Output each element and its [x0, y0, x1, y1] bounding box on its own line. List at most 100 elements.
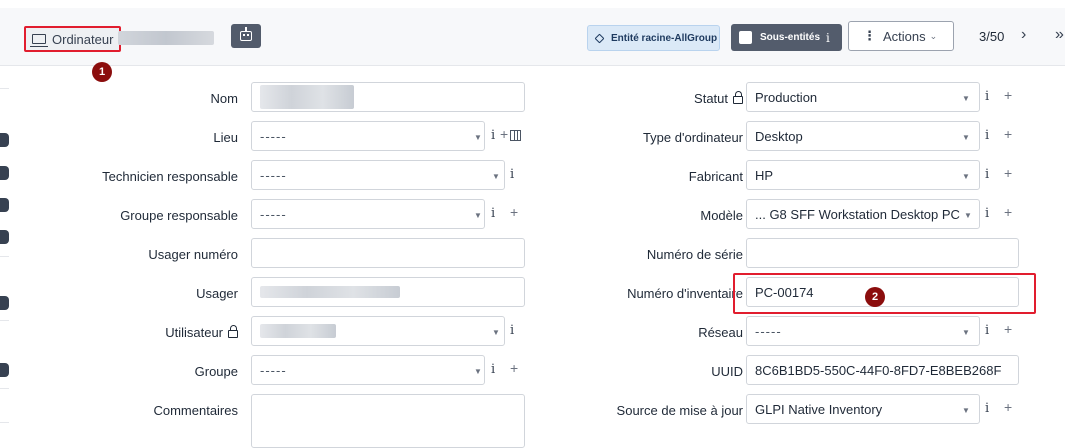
- info-icon[interactable]: i: [510, 167, 514, 182]
- add-icon[interactable]: +: [500, 126, 508, 142]
- divider: [0, 320, 9, 321]
- lieu-select[interactable]: -----: [251, 121, 485, 151]
- label-technicien: Technicien responsable: [102, 169, 238, 184]
- divider: [0, 388, 9, 389]
- next-item-button[interactable]: ›: [1021, 26, 1026, 44]
- info-icon[interactable]: i: [985, 89, 989, 104]
- add-icon[interactable]: +: [1004, 165, 1012, 181]
- source-value: GLPI Native Inventory: [755, 401, 883, 417]
- uuid-input[interactable]: 8C6B1BD5-550C-44F0-8FD7-E8BEB268F: [746, 355, 1019, 385]
- chevron-down-icon: ▼: [474, 211, 482, 220]
- last-item-button[interactable]: »: [1055, 26, 1064, 44]
- label-type: Type d'ordinateur: [642, 130, 743, 145]
- divider: [0, 88, 9, 89]
- add-icon[interactable]: +: [1004, 87, 1012, 103]
- lock-icon: [228, 325, 238, 338]
- side-tab[interactable]: [0, 230, 9, 244]
- utilisateur-select[interactable]: [251, 316, 505, 346]
- subentities-checkbox[interactable]: [739, 31, 752, 44]
- label-usager-numero: Usager numéro: [148, 247, 238, 262]
- subentities-toggle[interactable]: Sous-entités i: [731, 24, 842, 51]
- add-icon[interactable]: +: [1004, 399, 1012, 415]
- label-numero-serie: Numéro de série: [646, 247, 743, 262]
- numero-serie-input[interactable]: [746, 238, 1019, 268]
- actions-button[interactable]: ⋮ Actions ⌄: [848, 21, 954, 51]
- actions-label: Actions: [883, 28, 926, 44]
- map-icon[interactable]: [510, 130, 521, 141]
- label-statut: Statut: [694, 91, 743, 106]
- chevron-down-icon: ▼: [474, 133, 482, 142]
- label-reseau: Réseau: [698, 325, 743, 340]
- type-value: Desktop: [755, 128, 803, 144]
- add-icon[interactable]: +: [510, 204, 518, 220]
- label-usager: Usager: [196, 286, 238, 301]
- nom-redacted: [260, 85, 354, 109]
- label-fabricant: Fabricant: [688, 169, 743, 184]
- side-tab[interactable]: [0, 166, 9, 180]
- label-lieu: Lieu: [213, 130, 238, 145]
- groupe-responsable-value: -----: [260, 206, 287, 222]
- statut-value: Production: [755, 89, 818, 105]
- source-select[interactable]: GLPI Native Inventory: [746, 394, 980, 424]
- technicien-value: -----: [260, 167, 287, 183]
- root-entity-label: Entité racine-AllGroup: [611, 32, 718, 44]
- add-icon[interactable]: +: [1004, 321, 1012, 337]
- side-tab[interactable]: [0, 133, 9, 147]
- subentities-label: Sous-entités: [760, 32, 821, 43]
- info-icon[interactable]: i: [985, 401, 989, 416]
- chevron-down-icon: ▼: [962, 172, 970, 181]
- info-icon[interactable]: i: [985, 167, 989, 182]
- chevron-down-icon: ▼: [962, 406, 970, 415]
- add-icon[interactable]: +: [1004, 204, 1012, 220]
- usager-input[interactable]: [251, 277, 525, 307]
- add-icon[interactable]: +: [510, 360, 518, 376]
- technicien-select[interactable]: -----: [251, 160, 505, 190]
- info-icon[interactable]: i: [510, 323, 514, 338]
- info-icon: i: [826, 30, 830, 45]
- lock-icon: [733, 91, 743, 104]
- info-icon[interactable]: i: [491, 206, 495, 221]
- label-source: Source de mise à jour: [616, 403, 743, 418]
- commentaires-textarea[interactable]: [251, 394, 525, 448]
- reseau-select[interactable]: -----: [746, 316, 980, 346]
- breadcrumb-label: Ordinateur: [52, 31, 114, 47]
- chevron-down-icon: ▼: [962, 133, 970, 142]
- modele-value: ... G8 SFF Workstation Desktop PC: [755, 206, 960, 222]
- root-entity-button[interactable]: Entité racine-AllGroup: [587, 25, 720, 51]
- chevron-down-icon: ▼: [962, 94, 970, 103]
- lieu-value: -----: [260, 128, 287, 144]
- fabricant-select[interactable]: HP: [746, 160, 980, 190]
- side-tab[interactable]: [0, 198, 9, 212]
- info-icon[interactable]: i: [491, 128, 495, 143]
- label-groupe-responsable: Groupe responsable: [120, 208, 238, 223]
- info-icon[interactable]: i: [985, 323, 989, 338]
- robot-icon: [240, 27, 252, 41]
- label-groupe: Groupe: [194, 364, 238, 379]
- kebab-icon: ⋮: [863, 28, 876, 43]
- divider: [0, 422, 9, 423]
- add-icon[interactable]: +: [1004, 126, 1012, 142]
- groupe-select[interactable]: -----: [251, 355, 485, 385]
- statut-select[interactable]: Production: [746, 82, 980, 112]
- automatic-inventory-button[interactable]: [231, 24, 261, 48]
- label-numero-inventaire: Numéro d'inventaire: [627, 286, 743, 301]
- item-name-redacted: [118, 31, 214, 45]
- info-icon[interactable]: i: [985, 206, 989, 221]
- header-bar: Ordinateur 1 Entité racine-AllGroup Sous…: [0, 0, 1065, 82]
- breadcrumb-computer[interactable]: Ordinateur: [24, 26, 122, 52]
- nom-input[interactable]: [251, 82, 525, 112]
- uuid-value: 8C6B1BD5-550C-44F0-8FD7-E8BEB268F: [755, 362, 1002, 378]
- label-utilisateur: Utilisateur: [165, 325, 238, 340]
- computer-icon: [30, 34, 48, 47]
- modele-select[interactable]: ... G8 SFF Workstation Desktop PC: [746, 199, 980, 229]
- info-icon[interactable]: i: [491, 362, 495, 377]
- side-tab[interactable]: [0, 363, 9, 377]
- chevron-down-icon: ▼: [964, 211, 972, 220]
- type-select[interactable]: Desktop: [746, 121, 980, 151]
- groupe-responsable-select[interactable]: -----: [251, 199, 485, 229]
- usager-numero-input[interactable]: [251, 238, 525, 268]
- side-tab[interactable]: [0, 296, 9, 310]
- info-icon[interactable]: i: [985, 128, 989, 143]
- numero-inventaire-value: PC-00174: [755, 284, 814, 300]
- usager-redacted: [260, 286, 400, 298]
